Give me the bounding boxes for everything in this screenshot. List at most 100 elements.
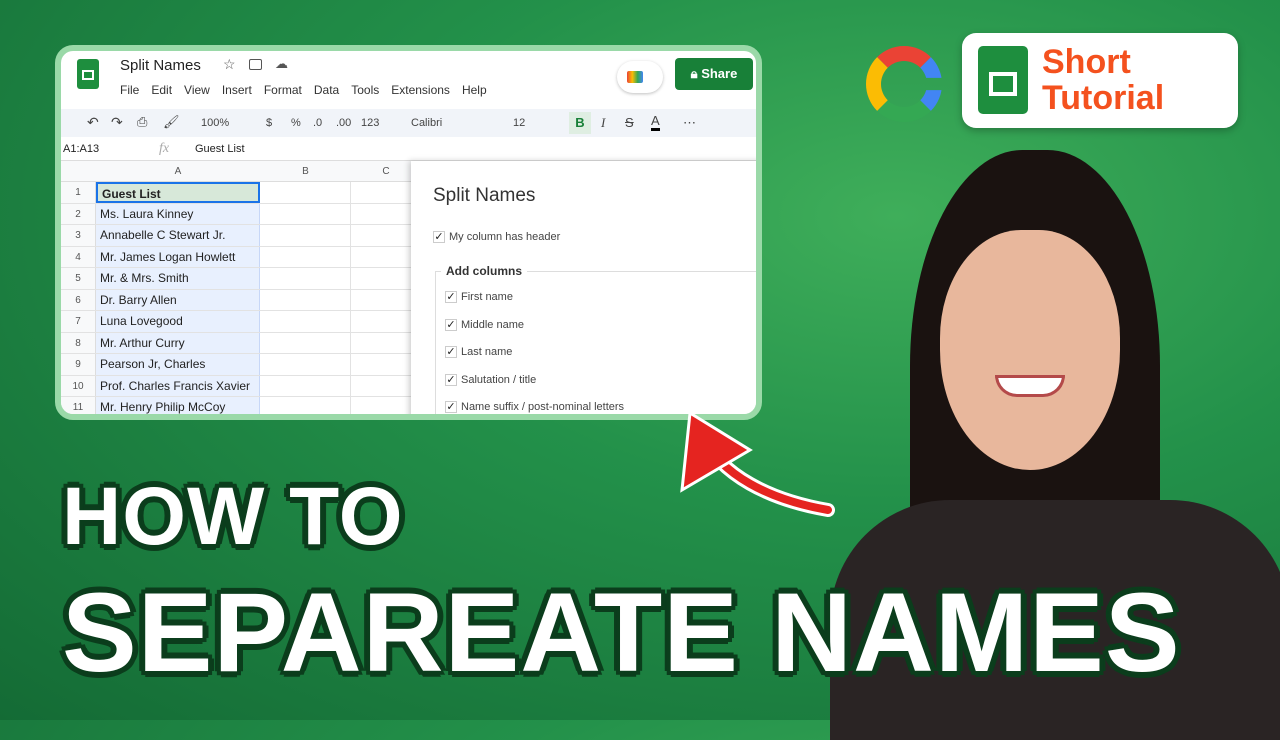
menu-extensions[interactable]: Extensions — [391, 83, 450, 97]
menu-data[interactable]: Data — [314, 83, 339, 97]
cloud-icon[interactable]: ☁ — [275, 56, 288, 72]
cell-a[interactable]: Mr. & Mrs. Smith — [96, 268, 260, 289]
cell-a[interactable]: Luna Lovegood — [96, 311, 260, 332]
font-select[interactable]: Calibri — [411, 117, 442, 129]
bold-button[interactable]: B — [569, 112, 591, 134]
column-option-checkbox[interactable]: ✓ First name — [445, 291, 513, 303]
column-header-b[interactable]: B — [260, 166, 351, 177]
font-size-select[interactable]: 12 — [513, 117, 525, 129]
menu-tools[interactable]: Tools — [351, 83, 379, 97]
row-number[interactable]: 8 — [61, 332, 96, 353]
cell-b[interactable] — [260, 225, 351, 246]
split-names-dialog: Split Names ✓ My column has header Add co… — [411, 161, 756, 414]
menu-view[interactable]: View — [184, 83, 210, 97]
menu-insert[interactable]: Insert — [222, 83, 252, 97]
italic-button[interactable]: I — [601, 115, 605, 131]
column-header-a[interactable]: A — [96, 166, 260, 177]
cell-a[interactable]: Prof. Charles Francis Xavier — [96, 375, 260, 396]
row-number[interactable]: 5 — [61, 268, 96, 289]
text-color-button[interactable]: A — [651, 113, 660, 131]
menu-bar: File Edit View Insert Format Data Tools Extensi… — [120, 81, 499, 99]
menu-format[interactable]: Format — [264, 83, 302, 97]
cell-b[interactable] — [260, 268, 351, 289]
column-option-checkbox[interactable]: ✓ Name suffix / post-nominal letters — [445, 401, 624, 413]
cell-b[interactable] — [260, 203, 351, 224]
cell-b[interactable] — [260, 375, 351, 396]
column-option-checkbox[interactable]: ✓ Salutation / title — [445, 373, 536, 386]
doc-title[interactable]: Split Names — [120, 57, 201, 74]
paint-format-icon[interactable]: 🖌︎ — [163, 114, 180, 130]
badge-line2: Tutorial — [1042, 79, 1165, 117]
decrease-decimal-button[interactable]: .0 — [313, 117, 322, 129]
cell-b[interactable] — [260, 182, 351, 203]
formula-input[interactable]: Guest List — [195, 143, 245, 155]
cell-a[interactable]: Ms. Laura Kinney — [96, 203, 260, 224]
cell-a[interactable]: Annabelle C Stewart Jr. — [96, 225, 260, 246]
header-checkbox[interactable]: ✓ My column has header — [433, 231, 560, 243]
formula-bar: A1:A13 fx Guest List — [61, 139, 756, 161]
cell-b[interactable] — [260, 354, 351, 375]
row-number[interactable]: 3 — [61, 225, 96, 246]
table-row: 2 Ms. Laura Kinney — [61, 203, 421, 225]
strikethrough-button[interactable]: S — [625, 115, 634, 130]
lock-icon: 🔒︎ — [690, 66, 702, 81]
option-label: Middle name — [461, 318, 524, 331]
cell-a[interactable]: Mr. Henry Philip McCoy — [96, 397, 260, 414]
table-row: 6 Dr. Barry Allen — [61, 289, 421, 311]
toolbar: ↶ ↷ ⎙ 🖌︎ 100% $ % .0 .00 123 Calibri 12 … — [61, 109, 756, 137]
fx-icon: fx — [159, 141, 170, 156]
cell-b[interactable] — [260, 246, 351, 267]
cell-a[interactable]: Dr. Barry Allen — [96, 289, 260, 310]
check-icon: ✓ — [445, 291, 457, 303]
more-button[interactable]: ⋯ — [683, 115, 696, 131]
cell-b[interactable] — [260, 311, 351, 332]
row-number[interactable]: 1 — [61, 182, 96, 203]
folder-icon[interactable] — [249, 59, 262, 70]
cell-a[interactable]: Guest List — [96, 182, 260, 203]
row-number[interactable]: 7 — [61, 311, 96, 332]
percent-button[interactable]: % — [291, 117, 301, 129]
row-number[interactable]: 10 — [61, 375, 96, 396]
undo-icon[interactable]: ↶ — [87, 114, 99, 131]
redo-icon[interactable]: ↷ — [111, 114, 123, 131]
cell-a[interactable]: Mr. Arthur Curry — [96, 332, 260, 353]
number-format-select[interactable]: 123 — [361, 117, 379, 129]
dialog-title: Split Names — [433, 185, 536, 206]
column-headers: A B C — [61, 161, 421, 182]
menu-help[interactable]: Help — [462, 83, 487, 97]
cell-b[interactable] — [260, 397, 351, 414]
short-tutorial-badge: Short Tutorial — [962, 33, 1238, 128]
table-row: 7 Luna Lovegood — [61, 311, 421, 333]
table-row: 5 Mr. & Mrs. Smith — [61, 268, 421, 290]
column-option-checkbox[interactable]: ✓ Middle name — [445, 318, 524, 331]
check-icon: ✓ — [445, 318, 457, 331]
currency-button[interactable]: $ — [266, 117, 272, 129]
meet-icon — [627, 71, 643, 83]
cell-b[interactable] — [260, 332, 351, 353]
menu-file[interactable]: File — [120, 83, 139, 97]
meet-button[interactable] — [617, 61, 663, 93]
row-number[interactable]: 11 — [61, 397, 96, 414]
column-option-checkbox[interactable]: ✓ Last name — [445, 346, 512, 358]
share-button[interactable]: 🔒︎ Share — [675, 58, 753, 90]
zoom-select[interactable]: 100% — [201, 117, 229, 129]
row-number[interactable]: 4 — [61, 246, 96, 267]
row-number[interactable]: 9 — [61, 354, 96, 375]
share-label: Share — [701, 66, 738, 81]
check-icon: ✓ — [445, 373, 457, 386]
table-row: 9 Pearson Jr, Charles — [61, 354, 421, 376]
row-number[interactable]: 6 — [61, 289, 96, 310]
increase-decimal-button[interactable]: .00 — [336, 117, 351, 129]
menu-edit[interactable]: Edit — [151, 83, 172, 97]
headline-line1: HOW TO — [61, 470, 405, 564]
cell-b[interactable] — [260, 289, 351, 310]
option-label: Last name — [461, 346, 513, 358]
row-number[interactable]: 2 — [61, 203, 96, 224]
cell-a[interactable]: Mr. James Logan Howlett — [96, 246, 260, 267]
star-icon[interactable]: ☆ — [223, 56, 236, 73]
headline-line2: SEPAREATE NAMES — [61, 569, 1182, 697]
check-icon: ✓ — [445, 401, 457, 413]
print-icon[interactable]: ⎙ — [137, 114, 147, 130]
cell-a[interactable]: Pearson Jr, Charles — [96, 354, 260, 375]
name-box[interactable]: A1:A13 — [63, 143, 99, 155]
